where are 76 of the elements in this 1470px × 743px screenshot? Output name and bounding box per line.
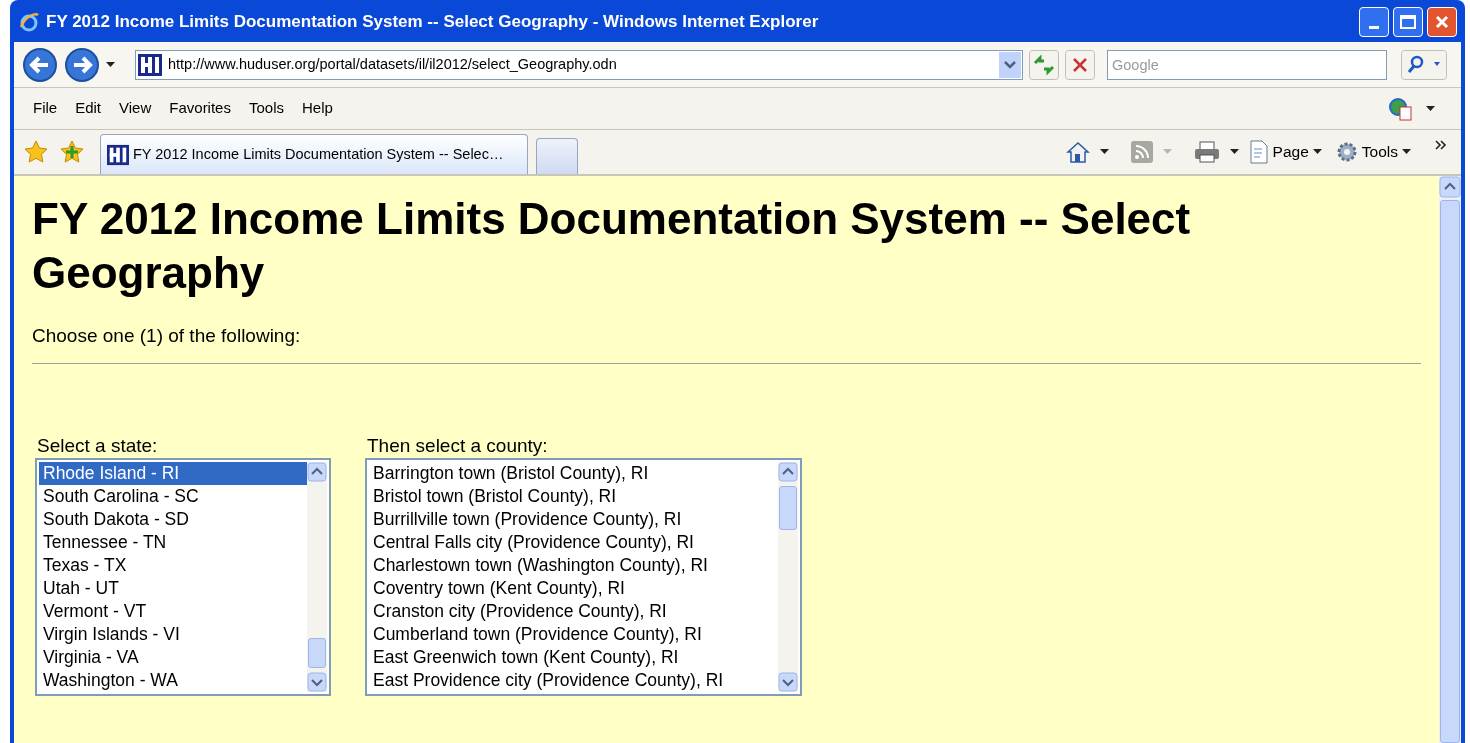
- add-favorite-icon[interactable]: [60, 140, 84, 164]
- list-box[interactable]: Rhode Island - RI South Carolina - SC South Dakota - SD Tennessee - TN Texas - TX Utah - UT Vermont - VT Virgin Islands - VI Virginia - VA Washington - WA: [35, 457, 331, 696]
- tools-menu-button[interactable]: Tools: [1335, 140, 1411, 164]
- page-icon: [1248, 140, 1269, 164]
- list-option[interactable]: Coventry town (Kent County), RI: [369, 576, 778, 600]
- caret-icon[interactable]: [1402, 149, 1411, 155]
- list-option[interactable]: Barrington town (Bristol County), RI: [369, 461, 778, 485]
- browser-logo-icon: [18, 11, 40, 33]
- menu-item[interactable]: Edit: [68, 97, 109, 120]
- home-icon[interactable]: [1065, 140, 1090, 164]
- minimize-button[interactable]: [1359, 7, 1389, 37]
- list-option[interactable]: South Dakota - SD: [39, 507, 307, 531]
- dropdown-icon[interactable]: [999, 51, 1021, 78]
- globe-document-icon[interactable]: [1388, 96, 1414, 121]
- list-label: Select a state:: [36, 433, 159, 458]
- instruction-text: Choose one (1) of the following:: [32, 322, 1421, 364]
- scroll-down-icon[interactable]: [778, 671, 798, 692]
- scroll-up-icon[interactable]: [1439, 176, 1461, 198]
- list-option[interactable]: Virginia - VA: [39, 645, 307, 669]
- list-option[interactable]: East Greenwich town (Kent County), RI: [369, 645, 778, 669]
- scrollbar[interactable]: [778, 461, 798, 692]
- list-option[interactable]: Cumberland town (Providence County), RI: [369, 622, 778, 646]
- list-option[interactable]: South Carolina - SC: [39, 484, 307, 508]
- menu-item[interactable]: Help: [295, 97, 340, 120]
- menu-item[interactable]: File: [26, 97, 65, 120]
- list-option[interactable]: Burrillville town (Providence County), RI: [369, 507, 778, 531]
- scrollbar[interactable]: [307, 461, 327, 692]
- address-field[interactable]: http://www.huduser.org/portal/datasets/il/il2012/select_Geography.odn: [135, 49, 1023, 80]
- refresh-icon[interactable]: [1029, 49, 1059, 80]
- scroll-up-icon[interactable]: [778, 461, 798, 482]
- list-option[interactable]: Tennessee - TN: [39, 530, 307, 554]
- forward-icon[interactable]: [64, 46, 100, 83]
- page-heading: FY 2012 Income Limits Documentation System -- Select Geography: [32, 193, 1192, 299]
- browser-tab[interactable]: FY 2012 Income Limits Documentation System -- Selec…: [100, 134, 528, 174]
- close-button[interactable]: [1427, 7, 1457, 37]
- scroll-thumb[interactable]: [308, 637, 326, 668]
- tab-title: FY 2012 Income Limits Documentation System -- Selec…: [133, 144, 504, 164]
- printer-icon[interactable]: [1193, 140, 1220, 164]
- caret-icon[interactable]: [1426, 105, 1435, 112]
- list-box[interactable]: [365, 457, 802, 696]
- list-option[interactable]: Charlestown town (Washington County), RI: [369, 553, 778, 577]
- scroll-down-icon[interactable]: [307, 671, 327, 692]
- caret-icon[interactable]: [1229, 149, 1239, 155]
- list-option[interactable]: Virgin Islands - VI: [39, 622, 307, 646]
- list-option[interactable]: Cranston city (Providence County), RI: [369, 599, 778, 623]
- scroll-thumb[interactable]: [779, 485, 797, 530]
- caret-icon[interactable]: [1099, 149, 1109, 155]
- chevron-icon[interactable]: [1435, 140, 1447, 150]
- site-icon: [138, 53, 162, 76]
- close-icon: [1434, 14, 1450, 30]
- list-option[interactable]: Central Falls city (Providence County), RI: [369, 530, 778, 554]
- stop-icon[interactable]: [1065, 49, 1095, 80]
- url-text: http://www.huduser.org/portal/datasets/il/il2012/select_Geography.odn: [168, 54, 618, 74]
- site-icon: [107, 143, 129, 166]
- list-option[interactable]: Washington - WA: [39, 668, 307, 692]
- list-option[interactable]: East Providence city (Providence County), RI: [369, 668, 778, 692]
- search-field[interactable]: Google: [1107, 49, 1387, 80]
- search-icon[interactable]: [1401, 49, 1447, 80]
- window-title: FY 2012 Income Limits Documentation System -- Select Geography - Windows Internet Explorer: [46, 11, 820, 34]
- list-label: Then select a county:: [366, 433, 549, 458]
- page-menu-button[interactable]: Page: [1248, 140, 1322, 164]
- list-option[interactable]: Utah - UT: [39, 576, 307, 600]
- caret-icon[interactable]: [1312, 149, 1322, 155]
- gear-icon: [1335, 141, 1358, 163]
- menu-item[interactable]: View: [112, 97, 159, 120]
- menu-item[interactable]: Favorites: [162, 97, 238, 120]
- list-option[interactable]: Vermont - VT: [39, 599, 307, 623]
- maximize-button[interactable]: [1393, 7, 1423, 37]
- back-icon[interactable]: [22, 46, 58, 83]
- list-option[interactable]: Rhode Island - RI: [39, 461, 307, 485]
- scroll-up-icon[interactable]: [307, 461, 327, 482]
- menu-item[interactable]: Tools: [241, 97, 291, 120]
- list-option[interactable]: Bristol town (Bristol County), RI: [369, 484, 778, 508]
- star-icon[interactable]: [24, 140, 48, 164]
- list-option[interactable]: Texas - TX: [39, 553, 307, 577]
- history-caret-icon[interactable]: [106, 61, 115, 68]
